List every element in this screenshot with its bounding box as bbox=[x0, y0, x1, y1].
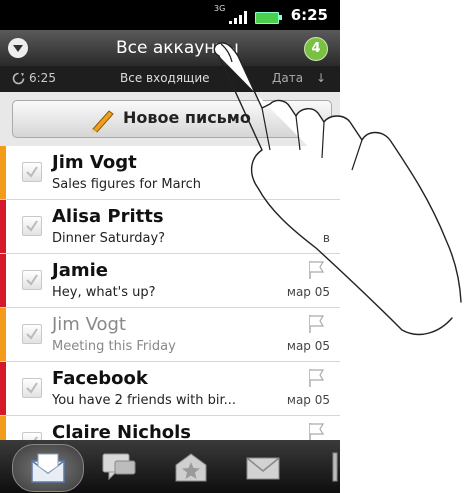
last-sync-time: 6:25 bbox=[29, 71, 56, 85]
message-sender: Jim Vogt bbox=[52, 314, 126, 335]
message-row[interactable]: Alisa Pritts Dinner Saturday? в bbox=[0, 200, 340, 254]
favorites-star-icon bbox=[175, 453, 207, 482]
select-checkbox[interactable] bbox=[22, 216, 42, 236]
message-row[interactable]: Claire Nichols bbox=[0, 416, 340, 440]
tab-unread[interactable] bbox=[228, 444, 298, 490]
message-subject: Sales figures for March bbox=[52, 177, 202, 192]
select-checkbox[interactable] bbox=[22, 432, 42, 440]
unread-mail-icon bbox=[246, 457, 280, 480]
status-time: 6:25 bbox=[290, 6, 328, 24]
flag-icon[interactable] bbox=[308, 314, 326, 334]
message-subject: Hey, what's up? bbox=[52, 285, 156, 300]
select-checkbox[interactable] bbox=[22, 378, 42, 398]
phone-screen: 3G 6:25 Все аккаунты 4 6:25 Все входящие… bbox=[0, 0, 340, 493]
sort-direction-icon[interactable]: ↓ bbox=[316, 71, 326, 85]
account-dropdown-button[interactable] bbox=[8, 38, 28, 58]
battery-icon bbox=[255, 12, 282, 24]
chevron-down-icon bbox=[13, 45, 23, 52]
account-color-stripe bbox=[0, 146, 6, 199]
conversations-icon bbox=[102, 453, 136, 481]
tab-inbox[interactable] bbox=[12, 444, 84, 492]
message-row[interactable]: Facebook You have 2 friends with bir... … bbox=[0, 362, 340, 416]
message-row[interactable]: Jamie Hey, what's up? мар 05 bbox=[0, 254, 340, 308]
compose-button[interactable]: Новое письмо bbox=[12, 100, 332, 138]
folder-bar: 6:25 Все входящие Дата ↓ bbox=[0, 66, 340, 92]
tab-favorites[interactable] bbox=[156, 444, 226, 490]
check-icon bbox=[26, 220, 38, 232]
select-checkbox[interactable] bbox=[22, 324, 42, 344]
signal-strength-icon bbox=[229, 11, 247, 24]
account-header[interactable]: Все аккаунты 4 bbox=[0, 30, 340, 66]
compose-label: Новое письмо bbox=[123, 108, 251, 127]
network-type-icon: 3G bbox=[214, 4, 226, 13]
message-sender: Facebook bbox=[52, 368, 148, 389]
bottom-tab-bar bbox=[0, 440, 340, 493]
status-bar: 3G 6:25 bbox=[0, 0, 340, 30]
message-date: мар 05 bbox=[286, 285, 330, 299]
sync-icon[interactable] bbox=[12, 72, 25, 85]
pencil-icon bbox=[91, 110, 114, 133]
tab-conversations[interactable] bbox=[84, 444, 154, 490]
message-sender: Claire Nichols bbox=[52, 422, 192, 440]
select-checkbox[interactable] bbox=[22, 162, 42, 182]
account-color-stripe bbox=[0, 254, 6, 307]
message-date: в bbox=[322, 231, 330, 245]
message-row[interactable]: Jim Vogt Sales figures for March bbox=[0, 146, 340, 200]
check-icon bbox=[26, 166, 38, 178]
account-color-stripe bbox=[0, 200, 6, 253]
message-sender: Jamie bbox=[52, 260, 108, 281]
folder-name[interactable]: Все входящие bbox=[120, 71, 210, 85]
select-checkbox[interactable] bbox=[22, 270, 42, 290]
message-list[interactable]: Jim Vogt Sales figures for March Alisa P… bbox=[0, 146, 340, 440]
unread-count-badge: 4 bbox=[304, 37, 328, 61]
flag-icon[interactable] bbox=[308, 260, 326, 280]
account-color-stripe bbox=[0, 416, 6, 440]
message-row[interactable]: Jim Vogt Meeting this Friday мар 05 bbox=[0, 308, 340, 362]
account-title: Все аккаунты bbox=[116, 38, 239, 58]
check-icon bbox=[26, 328, 38, 340]
message-sender: Alisa Pritts bbox=[52, 206, 164, 227]
message-subject: Meeting this Friday bbox=[52, 339, 176, 354]
message-date: мар 05 bbox=[286, 339, 330, 353]
message-subject: You have 2 friends with bir... bbox=[52, 393, 237, 408]
inbox-envelope-icon bbox=[31, 453, 65, 483]
account-color-stripe bbox=[0, 308, 6, 361]
message-subject: Dinner Saturday? bbox=[52, 231, 166, 246]
tab-flagged[interactable] bbox=[298, 444, 340, 490]
account-color-stripe bbox=[0, 362, 6, 415]
check-icon bbox=[26, 274, 38, 286]
flag-icon[interactable] bbox=[308, 422, 326, 440]
compose-area: Новое письмо bbox=[0, 92, 340, 146]
sort-button[interactable]: Дата bbox=[272, 71, 303, 85]
flagged-icon bbox=[332, 452, 338, 482]
message-date: мар 05 bbox=[286, 393, 330, 407]
message-sender: Jim Vogt bbox=[52, 152, 137, 173]
flag-icon[interactable] bbox=[308, 368, 326, 388]
check-icon bbox=[26, 382, 38, 394]
